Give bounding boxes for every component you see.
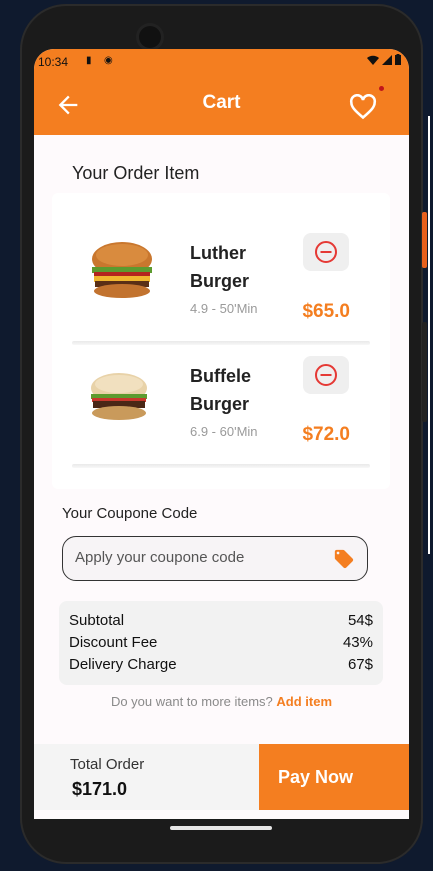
item-name-line2: Burger [190,394,250,414]
status-icons [367,54,401,65]
item-price: $72.0 [302,424,350,445]
minus-circle-icon [315,241,337,263]
summary-label: Delivery Charge [69,656,177,673]
summary-label: Discount Fee [69,634,158,651]
power-button [422,212,427,268]
summary-value: 43% [342,634,373,651]
remove-item-button[interactable] [303,356,349,394]
total-value: $171.0 [72,779,128,799]
heart-icon[interactable] [349,94,377,120]
item-price: $65.0 [302,301,350,322]
wifi-icon [367,55,379,65]
item-name: Buffele Burger [190,362,300,418]
item-name: Luther Burger [190,239,300,295]
status-time: 10:34 [38,55,69,69]
background-edge [428,116,430,554]
sim-icon: ▮ [86,55,92,66]
item-divider [72,464,370,468]
total-label: Total Order [70,756,145,773]
checkout-bar: Total Order $171.0 Pay Now [34,744,409,810]
home-indicator[interactable] [170,826,272,830]
add-more-text: Do you want to more items? [110,694,273,709]
remove-item-button[interactable] [303,233,349,271]
item-rating-time: 6.9 - 60'Min [190,424,258,439]
summary-label: Subtotal [69,612,125,629]
coupon-field[interactable] [62,536,368,581]
notification-dot [379,86,384,91]
item-rating-time: 4.9 - 50'Min [190,301,258,316]
item-name-line1: Buffele [190,366,252,386]
burger-image [92,242,152,298]
coupon-input[interactable] [73,548,327,567]
add-item-link[interactable]: Add item [276,694,332,709]
order-section-title: Your Order Item [72,163,200,183]
status-bar: 10:34 ▮ ◉ [34,49,409,75]
minus-circle-icon [315,364,337,386]
battery-icon [395,54,401,65]
coupon-title: Your Coupone Code [62,505,198,522]
order-summary: Subtotal 54$ Discount Fee 43% Delivery C… [59,601,383,685]
sync-icon: ◉ [104,55,113,66]
cart-item: Luther Burger 4.9 - 50'Min $65.0 [72,231,370,351]
summary-row-subtotal: Subtotal 54$ [69,612,373,629]
item-divider [72,341,370,345]
burger-image [91,373,147,420]
camera [139,26,161,48]
cart-item: Buffele Burger 6.9 - 60'Min $72.0 [72,354,370,474]
tag-icon[interactable] [333,548,355,570]
item-name-line2: Burger [190,271,250,291]
screen: 10:34 ▮ ◉ Cart Your Order Item Luther Bu… [34,49,409,819]
pay-now-button[interactable]: Pay Now [259,744,409,810]
item-name-line1: Luther [190,243,246,263]
summary-row-delivery: Delivery Charge 67$ [69,656,373,673]
add-more-prompt: Do you want to more items? Add item [34,694,409,709]
volume-button [422,322,427,422]
summary-row-discount: Discount Fee 43% [69,634,373,651]
summary-value: 54$ [347,612,373,629]
app-bar: Cart [34,75,409,135]
summary-value: 67$ [347,656,373,673]
signal-icon [382,54,392,65]
order-items-card: Luther Burger 4.9 - 50'Min $65.0 Buffele [52,193,390,489]
